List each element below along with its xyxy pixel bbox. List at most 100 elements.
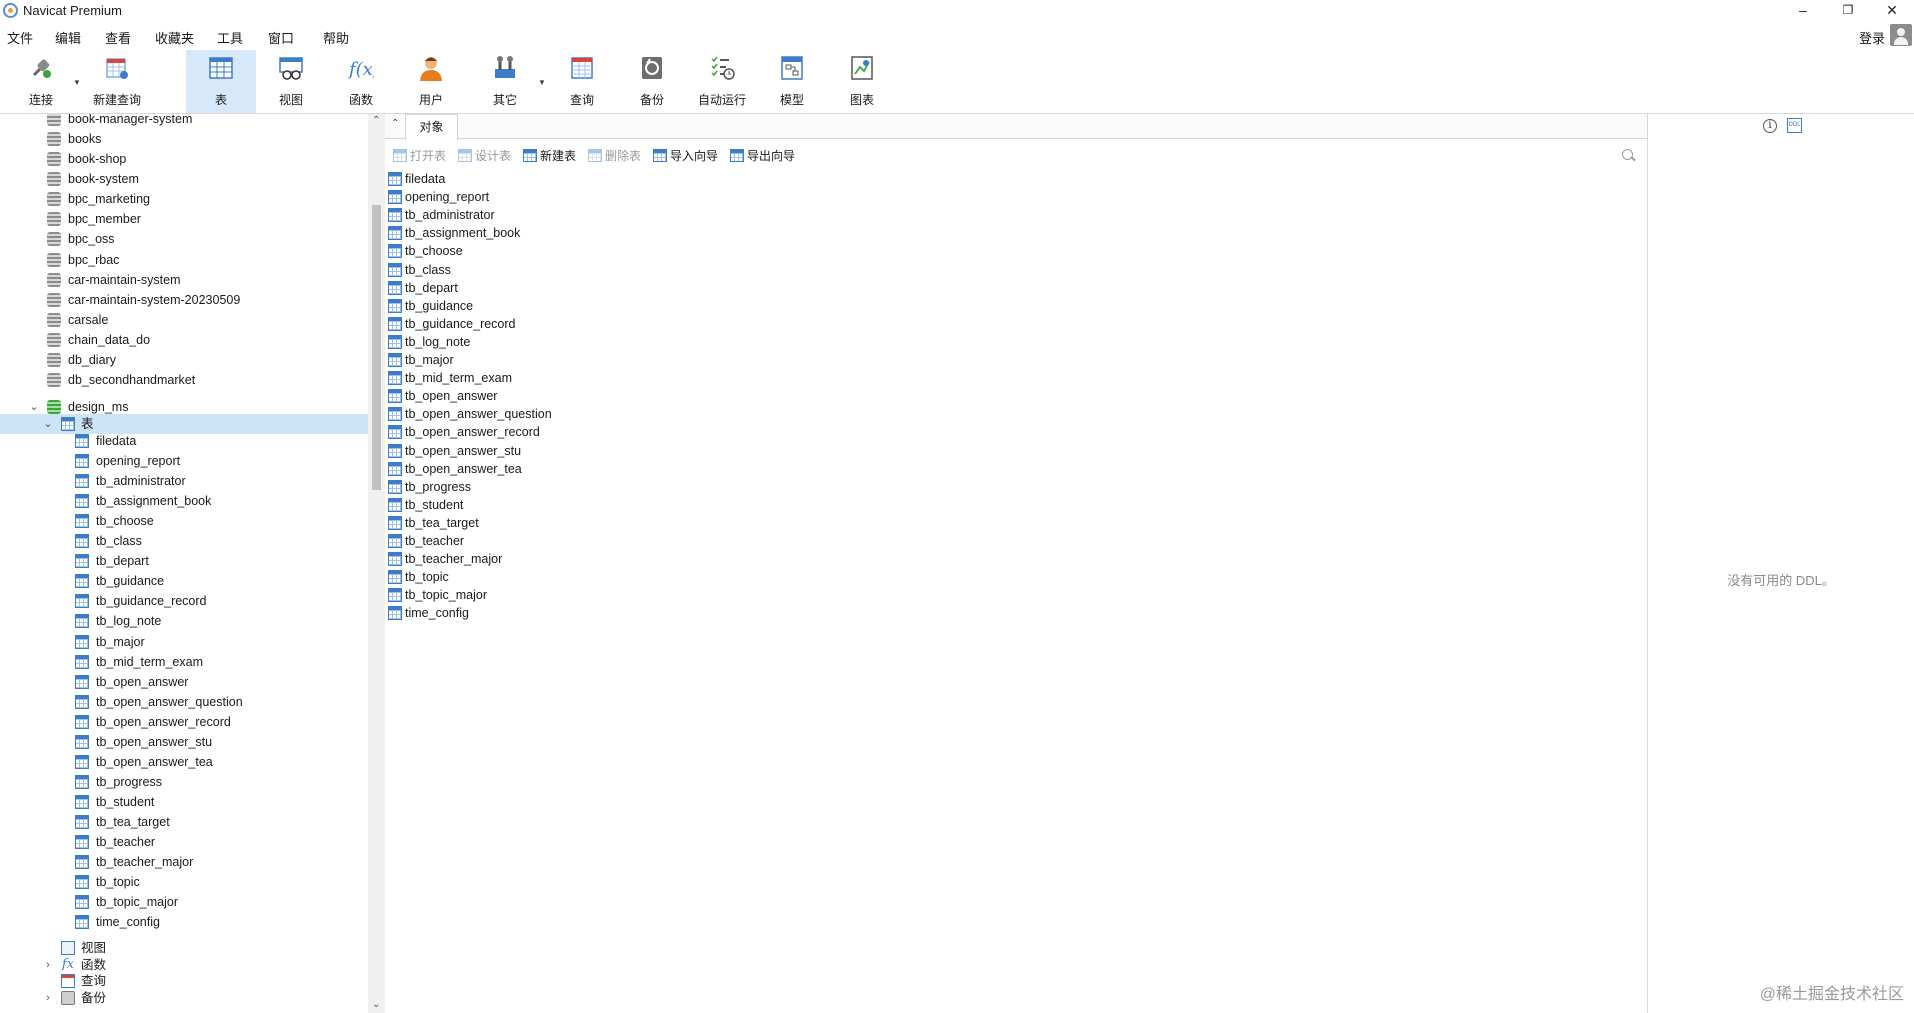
tree-table-item[interactable]: tb_topic_major <box>0 892 368 912</box>
object-label: tb_open_answer_tea <box>405 461 522 476</box>
tree-table-item[interactable]: tb_topic <box>0 872 368 892</box>
menu-help[interactable]: 帮助 <box>323 28 349 47</box>
tree-db-item[interactable]: bpc_marketing <box>0 189 368 209</box>
tree-table-item[interactable]: tb_choose <box>0 511 368 531</box>
tree-label: tb_progress <box>96 774 163 789</box>
login-link[interactable]: 登录 <box>1859 28 1885 47</box>
user-avatar-icon[interactable] <box>1890 24 1912 46</box>
menu-tools[interactable]: 工具 <box>217 28 243 47</box>
info-icon[interactable]: i <box>1763 119 1777 133</box>
tree-table-item[interactable]: tb_mid_term_exam <box>0 652 368 672</box>
toolbar-connect-button[interactable]: 连接 <box>6 50 76 113</box>
tree-table-item[interactable]: time_config <box>0 912 368 932</box>
toolbar-user-button[interactable]: 用户 <box>396 50 466 113</box>
tree-db-item[interactable]: bpc_member <box>0 209 368 229</box>
tree-table-item[interactable]: tb_student <box>0 792 368 812</box>
ddl-icon[interactable]: DDL <box>1787 118 1802 133</box>
tree-db-item[interactable]: book-shop <box>0 149 368 169</box>
tree-db-item[interactable]: db_secondhandmarket <box>0 370 368 390</box>
toolbar-label: 用户 <box>418 93 443 107</box>
tree-table-item[interactable]: tb_progress <box>0 772 368 792</box>
database-icon <box>47 192 61 207</box>
tree-table-item[interactable]: tb_open_answer_tea <box>0 752 368 772</box>
tree-table-item[interactable]: tb_tea_target <box>0 812 368 832</box>
connect-dropdown-icon[interactable]: ▼ <box>73 78 81 87</box>
toolbar-model-button[interactable]: 模型 <box>757 50 827 113</box>
toolbar-automation-button[interactable]: 自动运行 <box>687 50 757 113</box>
table-icon <box>388 316 402 331</box>
toolbar-view-button[interactable]: 视图 <box>256 50 326 113</box>
tree-label: tb_topic <box>96 875 140 890</box>
tree-db-item[interactable]: chain_data_do <box>0 330 368 350</box>
tree-table-item[interactable]: tb_class <box>0 531 368 551</box>
menu-file[interactable]: 文件 <box>7 28 33 47</box>
tree-table-item[interactable]: tb_open_answer <box>0 672 368 692</box>
toolbar-table-button[interactable]: 表 <box>186 50 256 113</box>
tree-db-item[interactable]: db_diary <box>0 350 368 370</box>
tab-scroll-icon[interactable]: ⌃ <box>391 118 399 129</box>
toolbar-function-button[interactable]: f(x) 函数 <box>326 50 396 113</box>
no-ddl-message: 没有可用的 DDL。 <box>1727 573 1835 588</box>
delete-table-button[interactable]: 删除表 <box>588 148 641 164</box>
sidebar-scrollbar-thumb[interactable] <box>372 205 381 490</box>
menu-edit[interactable]: 编辑 <box>55 28 81 47</box>
tree-db-item[interactable]: car-maintain-system <box>0 270 368 290</box>
menu-favorites[interactable]: 收藏夹 <box>155 28 194 47</box>
tree-db-item[interactable]: bpc_rbac <box>0 250 368 270</box>
search-icon[interactable] <box>1622 149 1633 160</box>
tree-table-item[interactable]: tb_open_answer_stu <box>0 732 368 752</box>
tree-label: tb_open_answer_stu <box>96 734 213 749</box>
design-table-button[interactable]: 设计表 <box>458 148 511 164</box>
close-button[interactable]: ✕ <box>1870 0 1914 22</box>
tree-label: tb_guidance <box>96 574 165 589</box>
import-wizard-button[interactable]: 导入向导 <box>653 148 718 164</box>
tree-db-item[interactable]: carsale <box>0 310 368 330</box>
tree-table-item[interactable]: tb_assignment_book <box>0 491 368 511</box>
new-table-button[interactable]: 新建表 <box>523 148 576 164</box>
tree-table-item[interactable]: tb_open_answer_record <box>0 712 368 732</box>
export-wizard-button[interactable]: 导出向导 <box>730 148 795 164</box>
tree-backups-node[interactable]: › 备份 <box>0 988 368 1008</box>
tree-table-item[interactable]: tb_guidance <box>0 571 368 591</box>
tree-table-item[interactable]: tb_open_answer_question <box>0 692 368 712</box>
toolbar-new-query-button[interactable]: 新建查询 <box>82 50 152 113</box>
tree-table-item[interactable]: tb_major <box>0 632 368 652</box>
others-dropdown-icon[interactable]: ▼ <box>538 78 546 87</box>
tree-label: book-system <box>68 172 139 187</box>
tree-db-item[interactable]: book-system <box>0 169 368 189</box>
toolbar-query-button[interactable]: 查询 <box>547 50 617 113</box>
tree-table-item[interactable]: tb_teacher <box>0 832 368 852</box>
tree-table-item[interactable]: tb_administrator <box>0 471 368 491</box>
tree-table-item[interactable]: tb_depart <box>0 551 368 571</box>
tree-db-item[interactable]: book-manager-system <box>0 114 368 129</box>
tree-db-item[interactable]: bpc_oss <box>0 229 368 249</box>
tree-table-item[interactable]: opening_report <box>0 451 368 471</box>
toolbar-others-button[interactable]: 其它 <box>470 50 540 113</box>
tree-table-item[interactable]: filedata <box>0 431 368 451</box>
expand-chevron-icon[interactable]: › <box>42 988 54 1008</box>
tree-label: tb_open_answer_tea <box>96 754 213 769</box>
table-icon <box>75 674 89 689</box>
toolbar-label: 查询 <box>569 93 594 107</box>
title-bar: Navicat Premium – ❐ ✕ <box>0 0 1914 22</box>
open-table-button[interactable]: 打开表 <box>393 148 446 164</box>
tree-label: tb_major <box>96 634 145 649</box>
tree-table-item[interactable]: tb_guidance_record <box>0 591 368 611</box>
toolbar-chart-button[interactable]: 图表 <box>827 50 897 113</box>
tree-table-item[interactable]: tb_log_note <box>0 611 368 631</box>
menu-window[interactable]: 窗口 <box>268 28 294 47</box>
tab-objects[interactable]: 对象 <box>405 114 458 140</box>
menu-view[interactable]: 查看 <box>105 28 131 47</box>
minimize-button[interactable]: – <box>1781 0 1825 22</box>
restore-button[interactable]: ❐ <box>1826 0 1870 22</box>
tree-label: tb_topic_major <box>96 895 178 910</box>
tree-label: bpc_rbac <box>68 252 120 267</box>
tree-db-item[interactable]: car-maintain-system-20230509 <box>0 290 368 310</box>
tree-db-item[interactable]: books <box>0 129 368 149</box>
scroll-down-arrow-icon[interactable]: ⌄ <box>372 999 380 1010</box>
toolbar-backup-button[interactable]: 备份 <box>617 50 687 113</box>
scroll-up-arrow-icon[interactable]: ⌃ <box>372 115 380 126</box>
window-title: Navicat Premium <box>23 3 122 18</box>
object-label: tb_mid_term_exam <box>405 371 512 386</box>
tree-table-item[interactable]: tb_teacher_major <box>0 852 368 872</box>
